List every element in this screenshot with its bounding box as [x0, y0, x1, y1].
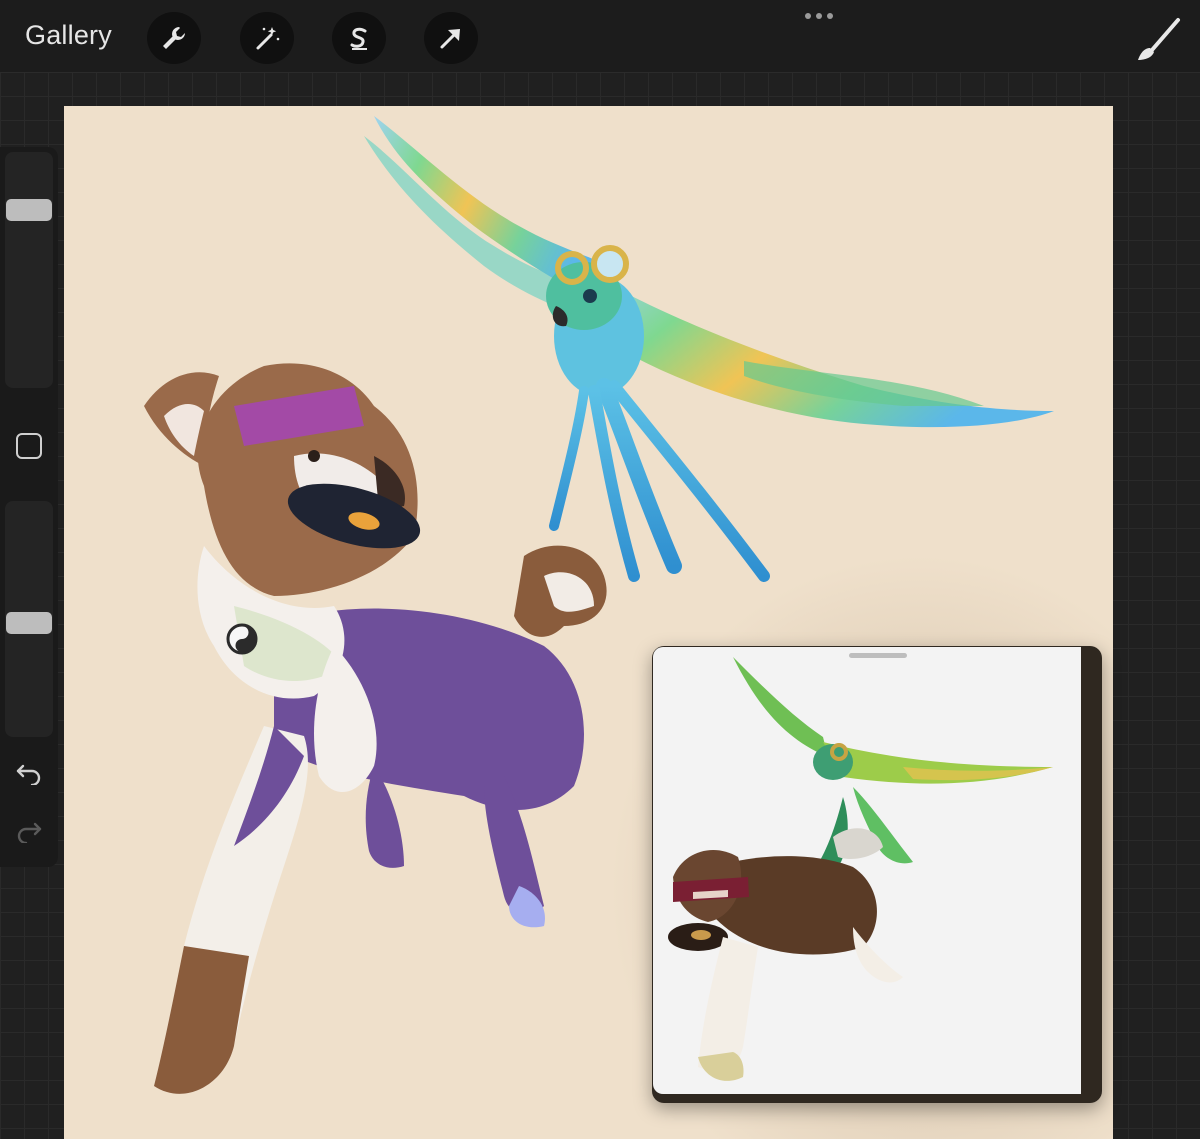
reference-illustration: [668, 657, 1053, 1081]
adjustments-button[interactable]: [240, 12, 294, 64]
transform-button[interactable]: [424, 12, 478, 64]
opacity-slider[interactable]: [5, 501, 53, 737]
modify-button[interactable]: [16, 433, 42, 459]
selection-button[interactable]: [332, 12, 386, 64]
opacity-thumb[interactable]: [6, 612, 52, 634]
brush-icon: [1138, 18, 1180, 60]
actions-button[interactable]: [147, 12, 201, 64]
selection-s-icon: [350, 27, 367, 50]
more-options-button[interactable]: [800, 4, 840, 28]
transform-arrow-icon: [440, 29, 460, 49]
gallery-button[interactable]: Gallery: [25, 20, 112, 51]
reference-window[interactable]: [652, 646, 1102, 1103]
undo-button[interactable]: [14, 761, 44, 787]
undo-icon: [16, 764, 41, 787]
brush-size-thumb[interactable]: [6, 199, 52, 221]
wrench-icon: [163, 27, 185, 49]
brush-tool-button[interactable]: [1132, 14, 1186, 66]
more-dots-icon: [805, 13, 833, 19]
brush-size-slider[interactable]: [5, 152, 53, 388]
top-toolbar: Gallery: [0, 0, 1200, 73]
left-sidebar: [0, 147, 58, 867]
redo-button[interactable]: [14, 819, 44, 845]
dog-illustration: [144, 363, 607, 1094]
magic-wand-icon: [256, 27, 280, 50]
redo-icon: [17, 822, 42, 845]
reference-image: [653, 647, 1081, 1094]
